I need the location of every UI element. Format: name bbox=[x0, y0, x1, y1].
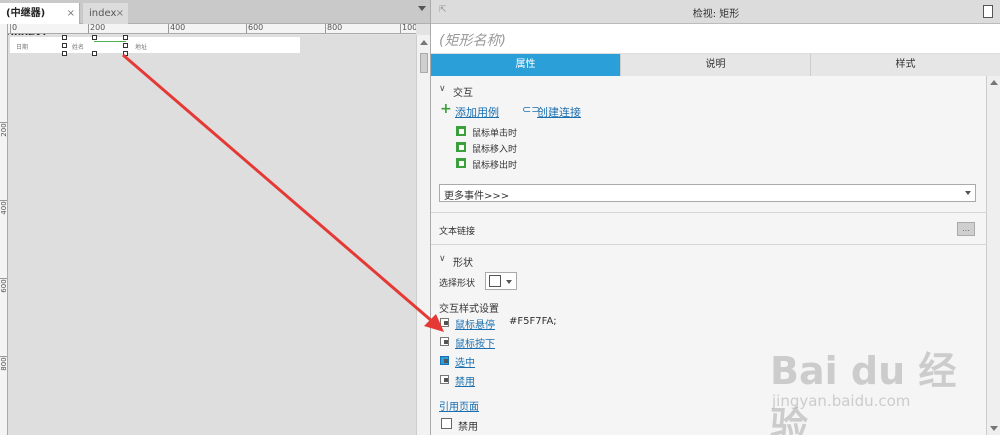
ruler-tick: 600 bbox=[0, 279, 8, 293]
horizontal-ruler: 0 200 400 600 800 1000 bbox=[8, 24, 416, 34]
document-icon[interactable] bbox=[983, 5, 993, 18]
more-events-value: 更多事件>>> bbox=[444, 191, 510, 202]
chevron-down-icon bbox=[965, 191, 971, 195]
scroll-thumb[interactable] bbox=[420, 53, 428, 73]
repeater-cell: 姓名 bbox=[72, 44, 85, 51]
resize-handle[interactable] bbox=[123, 43, 128, 48]
shape-section-label: 形状 bbox=[453, 258, 473, 269]
vertical-ruler: 200 400 600 800 bbox=[0, 24, 8, 435]
canvas-pane: (中继器) (index) × index × 0 200 400 600 80… bbox=[0, 0, 430, 435]
rectangle-icon bbox=[489, 275, 501, 287]
close-icon[interactable]: × bbox=[116, 3, 124, 24]
resize-handle[interactable] bbox=[92, 35, 97, 40]
repeater-cell: 地址 bbox=[135, 44, 148, 51]
ref-page-link[interactable]: 引用页面 bbox=[439, 398, 479, 413]
baidu-watermark: Bai du 经验 jingyan.baidu.com bbox=[770, 340, 990, 435]
chevron-down-icon[interactable]: ∨ bbox=[439, 254, 446, 264]
design-canvas[interactable] bbox=[8, 35, 416, 435]
event-icon bbox=[456, 142, 466, 152]
style-selected-link[interactable]: 选中 bbox=[455, 354, 475, 369]
shape-picker[interactable] bbox=[485, 272, 517, 290]
disabled-checkbox-label: 禁用 bbox=[458, 422, 478, 433]
event-icon bbox=[456, 126, 466, 136]
scroll-down-icon[interactable] bbox=[990, 426, 998, 431]
watermark-logo: Bai du 经验 bbox=[770, 349, 957, 435]
ruler-tick: 200 bbox=[88, 24, 106, 33]
ruler-tick: 0 bbox=[10, 24, 18, 33]
shape-name-field[interactable]: (矩形名称) bbox=[431, 24, 1000, 54]
tab-style[interactable]: 样式 bbox=[811, 54, 1000, 76]
tab-index[interactable]: index × bbox=[83, 3, 128, 24]
ruler-tick: 1000 bbox=[400, 24, 416, 33]
section-divider bbox=[431, 212, 987, 213]
style-disabled-link[interactable]: 禁用 bbox=[455, 373, 475, 388]
text-link-label: 文本链接 bbox=[439, 227, 476, 237]
style-icon bbox=[440, 356, 449, 365]
tab-label: index bbox=[89, 8, 117, 19]
ruler-tick: 600 bbox=[246, 24, 264, 33]
create-link-link[interactable]: 创建连接 bbox=[537, 104, 581, 120]
style-mousedown-link[interactable]: 鼠标按下 bbox=[455, 335, 495, 350]
style-icon bbox=[440, 318, 449, 327]
repeater-widget[interactable] bbox=[10, 37, 300, 53]
disabled-checkbox[interactable] bbox=[441, 418, 452, 429]
interaction-styles-label: 交互样式设置 bbox=[439, 304, 499, 315]
repeater-cell: 日期 bbox=[16, 44, 29, 51]
inspector-tabs: 属性 说明 样式 bbox=[431, 54, 1000, 76]
ruler-tick: 400 bbox=[0, 201, 8, 215]
style-icon bbox=[440, 337, 449, 346]
tab-dropdown-icon[interactable] bbox=[418, 6, 426, 11]
tab-properties[interactable]: 属性 bbox=[431, 54, 621, 76]
resize-handle[interactable] bbox=[123, 51, 128, 56]
resize-handle[interactable] bbox=[92, 51, 97, 56]
section-divider bbox=[431, 244, 987, 245]
page-tab-bar: (中继器) (index) × index × bbox=[0, 0, 430, 40]
text-link-button[interactable]: ... bbox=[957, 222, 975, 236]
scroll-up-icon[interactable] bbox=[990, 80, 998, 85]
tab-notes[interactable]: 说明 bbox=[621, 54, 811, 76]
resize-handle[interactable] bbox=[62, 51, 67, 56]
style-hover-link[interactable]: 鼠标悬停 bbox=[455, 316, 495, 331]
ruler-tick: 800 bbox=[0, 357, 8, 371]
resize-handle[interactable] bbox=[62, 43, 67, 48]
chevron-down-icon[interactable]: ∨ bbox=[439, 84, 446, 94]
ruler-tick: 200 bbox=[0, 123, 8, 137]
event-item[interactable]: 鼠标移入时 bbox=[472, 142, 517, 155]
event-item[interactable]: 鼠标移出时 bbox=[472, 158, 517, 171]
close-icon[interactable]: × bbox=[67, 3, 75, 24]
inspector-header: ⇱ 检视: 矩形 bbox=[431, 0, 1000, 24]
selection-guide bbox=[94, 41, 126, 42]
event-icon bbox=[456, 158, 466, 168]
style-icon bbox=[440, 375, 449, 384]
watermark-url: jingyan.baidu.com bbox=[772, 392, 911, 410]
add-case-link[interactable]: 添加用例 bbox=[455, 104, 499, 120]
select-shape-label: 选择形状 bbox=[439, 279, 476, 289]
inspector-title: 检视: 矩形 bbox=[692, 9, 740, 20]
canvas-scrollbar[interactable] bbox=[416, 35, 430, 435]
event-item[interactable]: 鼠标单击时 bbox=[472, 126, 517, 139]
ruler-tick: 800 bbox=[325, 24, 343, 33]
add-icon[interactable]: + bbox=[440, 101, 452, 117]
more-events-select[interactable]: 更多事件>>> bbox=[439, 184, 976, 202]
scroll-up-icon[interactable] bbox=[420, 40, 428, 45]
style-hover-value: #F5F7FA; bbox=[509, 316, 557, 327]
resize-handle[interactable] bbox=[62, 35, 67, 40]
ruler-tick: 400 bbox=[168, 24, 186, 33]
tab-repeater-index[interactable]: (中继器) (index) × bbox=[0, 3, 80, 40]
interactions-section-label: 交互 bbox=[453, 88, 473, 99]
chevron-down-icon bbox=[506, 280, 512, 284]
resize-handle[interactable] bbox=[123, 35, 128, 40]
